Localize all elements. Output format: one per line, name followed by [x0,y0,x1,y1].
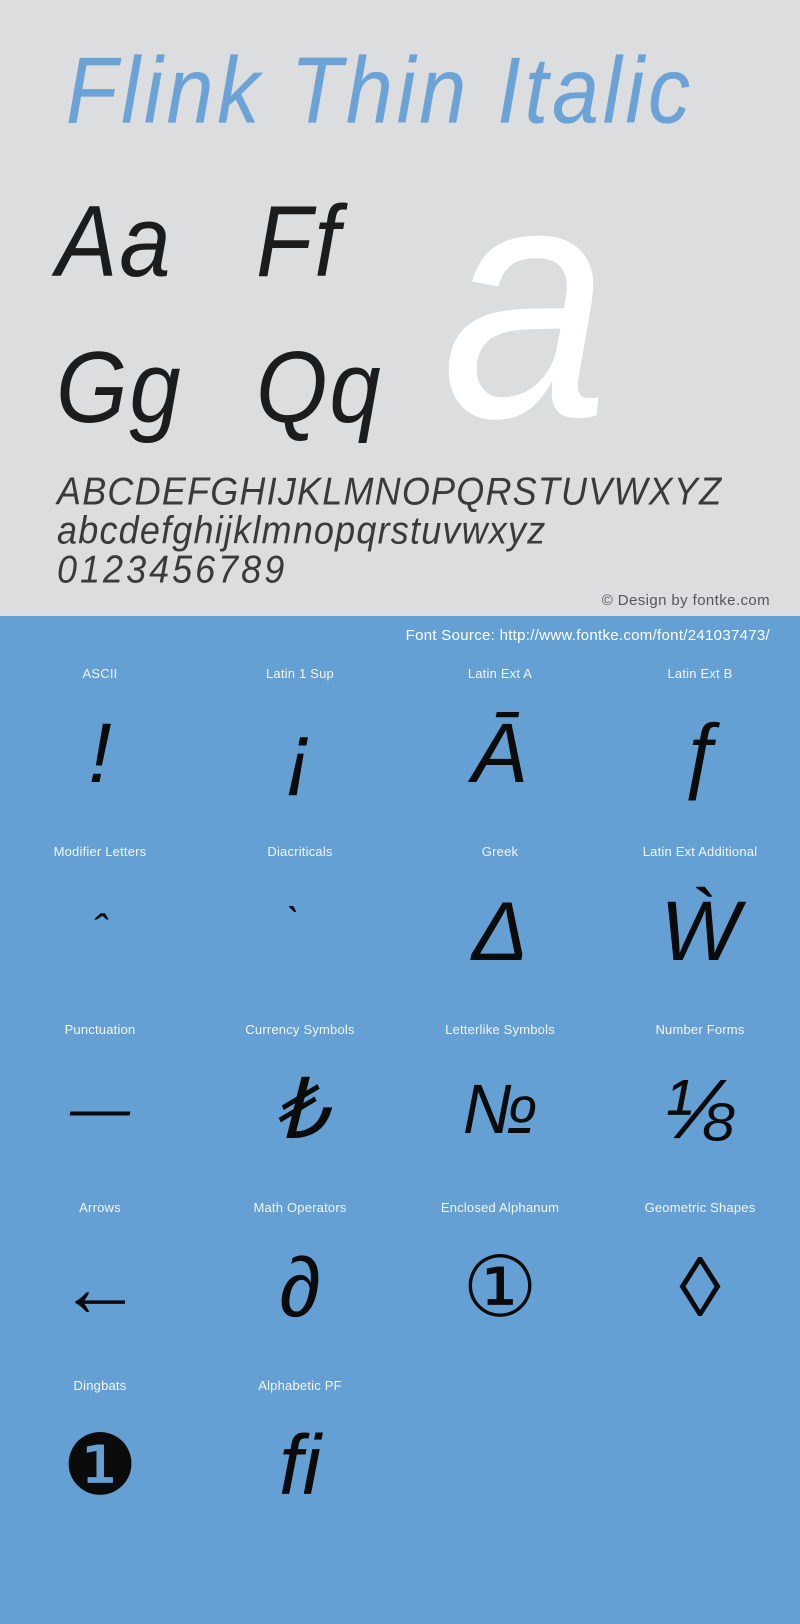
coverage-cell[interactable]: ASCII! [0,654,200,832]
sample-pair-qq: Qq [256,331,383,445]
coverage-cell[interactable]: Latin 1 Sup ¡ [200,654,400,832]
coverage-label: Latin 1 Sup [266,666,334,681]
coverage-cell[interactable]: Letterlike Symbols № [400,1010,600,1188]
coverage-cell[interactable]: Math Operators ∂ [200,1188,400,1366]
watermark-glyph: a [442,111,609,489]
coverage-label: Alphabetic PF [258,1378,342,1393]
coverage-glyph: ∂ [279,1240,321,1334]
coverage-cell[interactable]: Modifier Letters ˆ [0,832,200,1010]
coverage-cell[interactable]: Latin Ext B ƒ [600,654,800,832]
coverage-glyph: ① [462,1240,538,1334]
sample-row: Aa Ff [56,176,456,322]
uppercase-alphabet: ABCDEFGHIJKLMNOPQRSTUVWXYZ [57,468,723,514]
coverage-label: Latin Ext Additional [642,844,758,859]
coverage-label: Letterlike Symbols [445,1022,555,1037]
coverage-label: Dingbats [73,1378,127,1393]
coverage-cell-empty [600,1366,800,1544]
coverage-label: Greek [481,844,519,859]
coverage-glyph: № [462,1070,538,1148]
coverage-grid: ASCII! Latin 1 Sup ¡ Latin Ext A Ā Latin Ext … [0,654,800,1544]
coverage-label: Geometric Shapes [644,1200,756,1215]
coverage-label: Punctuation [64,1022,136,1037]
coverage-glyph: ₺ [273,1062,327,1156]
coverage-label: Math Operators [253,1200,347,1215]
coverage-cell[interactable]: Punctuation — [0,1010,200,1188]
coverage-cell[interactable]: Arrows ← [0,1188,200,1366]
coverage-glyph: ! [88,706,112,800]
font-specimen-page: Flink Thin Italic a Aa Ff Gg Qq ABCDEFGH… [0,0,800,1624]
coverage-glyph: ̀ [200,860,400,1010]
copyright-notice: © Design by fontke.com [601,592,770,609]
coverage-cell[interactable]: Currency Symbols ₺ [200,1010,400,1188]
digits-row: 0123456789 [57,546,288,592]
coverage-cell[interactable]: Geometric Shapes ◊ [600,1188,800,1366]
coverage-cell[interactable]: Number Forms ⅛ [600,1010,800,1188]
coverage-glyph: ❶ [62,1418,138,1512]
sample-pair-ff: Ff [256,185,342,299]
coverage-label: Latin Ext A [467,666,533,681]
coverage-glyph: ◊ [679,1240,721,1334]
coverage-glyph: ← [58,1240,142,1334]
coverage-glyph: Ẁ [660,884,740,978]
coverage-label: Currency Symbols [245,1022,355,1037]
coverage-glyph: Ā [471,706,529,800]
coverage-glyph: ﬁ [279,1418,321,1512]
coverage-cell-empty [400,1366,600,1544]
coverage-cell[interactable]: Dingbats ❶ [0,1366,200,1544]
coverage-cell[interactable]: Greek Δ [400,832,600,1010]
unicode-coverage-panel: Font Source: http://www.fontke.com/font/… [0,616,800,1624]
font-source-link[interactable]: Font Source: http://www.fontke.com/font/… [406,626,770,646]
coverage-label: Arrows [79,1200,121,1215]
sample-row: Gg Qq [56,322,456,468]
coverage-cell[interactable]: Alphabetic PF ﬁ [200,1366,400,1544]
coverage-cell[interactable]: Diacriticals̀ [200,832,400,1010]
coverage-cell[interactable]: Latin Ext A Ā [400,654,600,832]
coverage-label: Diacriticals [267,844,333,859]
coverage-label: Modifier Letters [53,844,147,859]
coverage-label: Latin Ext B [667,666,733,681]
coverage-glyph: ƒ [676,706,724,800]
coverage-label: Enclosed Alphanum [440,1200,560,1215]
coverage-cell[interactable]: Enclosed Alphanum ① [400,1188,600,1366]
lowercase-alphabet: abcdefghijklmnopqrstuvwxyz [57,507,547,553]
coverage-glyph [400,1378,600,1544]
sample-letter-grid: Aa Ff Gg Qq [56,176,456,468]
coverage-glyph: — [70,1075,130,1142]
coverage-label: ASCII [82,666,118,681]
coverage-glyph: ⅛ [664,1062,736,1156]
coverage-label: Number Forms [655,1022,745,1037]
coverage-glyph: ¡ [286,706,314,800]
alphabet-block: ABCDEFGHIJKLMNOPQRSTUVWXYZ abcdefghijklm… [57,468,757,592]
sample-pair-gg: Gg [56,331,183,445]
sample-pair-aa: Aa [56,185,173,299]
coverage-cell[interactable]: Latin Ext Additional Ẁ [600,832,800,1010]
coverage-glyph: Δ [471,884,529,978]
coverage-glyph [600,1378,800,1544]
specimen-panel: Flink Thin Italic a Aa Ff Gg Qq ABCDEFGH… [0,0,800,616]
coverage-glyph: ˆ [92,906,108,955]
